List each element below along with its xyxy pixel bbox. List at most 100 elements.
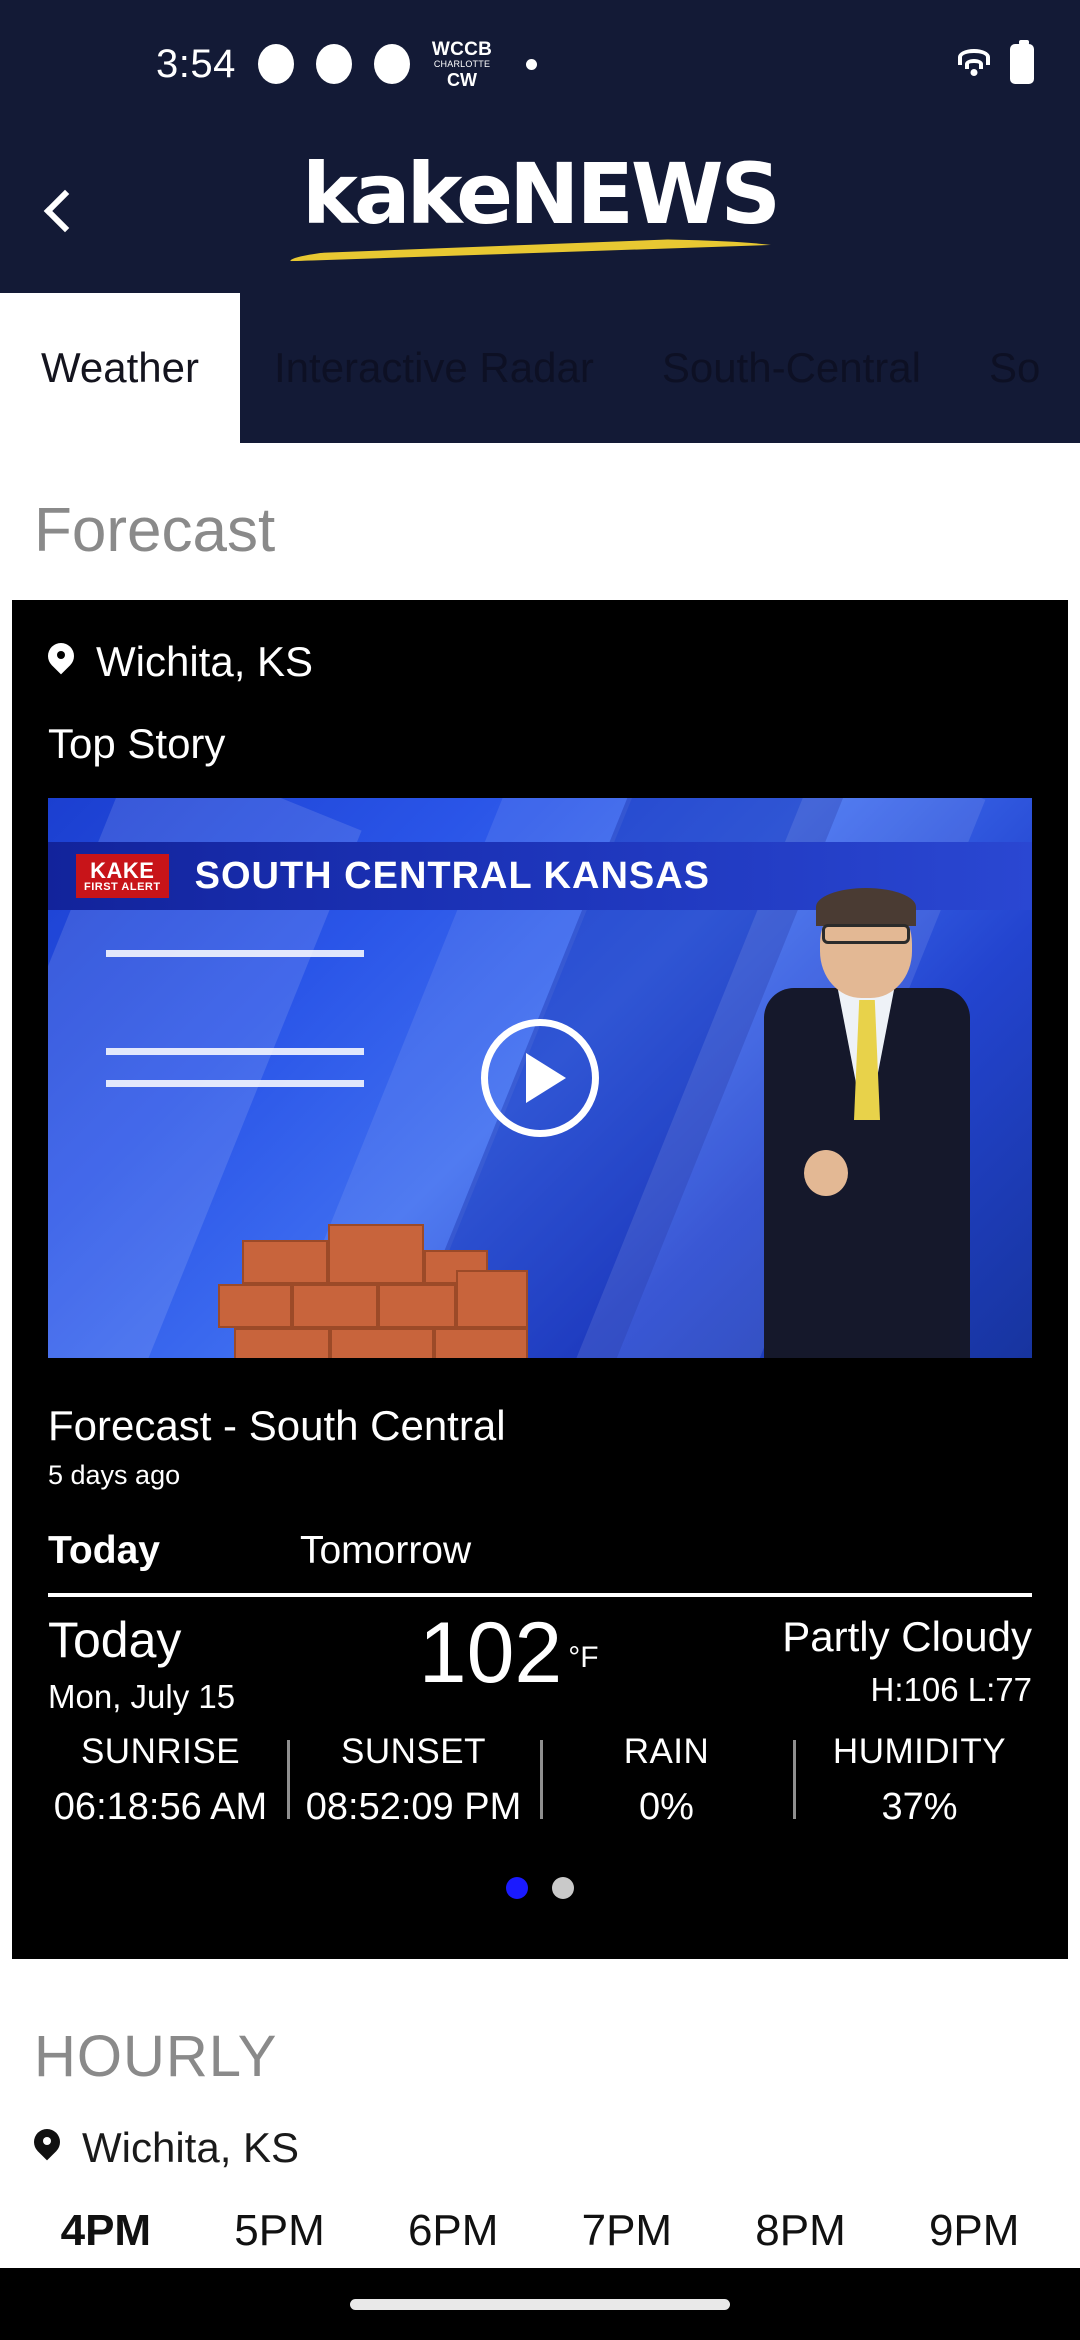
brick — [328, 1224, 424, 1284]
hour-label: 9PM — [928, 2206, 1020, 2255]
status-bar: 3:54 WCCB CHARLOTTE CW — [0, 0, 1080, 128]
top-story-label: Top Story — [48, 720, 226, 767]
day-tab-tomorrow[interactable]: Tomorrow — [300, 1529, 471, 1573]
metric-humidity-value: 37% — [881, 1786, 958, 1828]
location-pin-icon — [34, 2129, 60, 2167]
current-temperature: 102 — [418, 1605, 563, 1701]
battery-charging-icon — [1010, 40, 1034, 84]
tab-south-central-label: South-Central — [661, 344, 921, 391]
hour-label: 7PM — [581, 2206, 673, 2255]
logo-news: NEWS — [509, 145, 781, 243]
forecast-location[interactable]: Wichita, KS — [12, 624, 1068, 686]
hourly-location-label: Wichita, KS — [82, 2124, 300, 2171]
brick — [234, 1328, 330, 1358]
current-condition-label: Partly Cloudy — [782, 1613, 1032, 1660]
wccb-app-badge-icon: WCCB CHARLOTTE CW — [432, 40, 492, 89]
tab-weather[interactable]: Weather — [0, 293, 240, 443]
metric-sunset: SUNSET 08:52:09 PM — [287, 1732, 540, 1829]
system-navigation-bar — [0, 2268, 1080, 2340]
notification-dot-icon — [373, 44, 410, 84]
metric-rain: RAIN 0% — [540, 1732, 793, 1829]
hour-label: 4PM — [60, 2206, 152, 2255]
current-day-block: Today Mon, July 15 — [48, 1613, 235, 1716]
brick — [330, 1328, 434, 1358]
back-button[interactable] — [0, 189, 120, 232]
current-condition-block: Partly Cloudy H:106 L:77 — [782, 1613, 1032, 1709]
station-logo-line1: KAKE — [90, 857, 155, 883]
video-banner-text: SOUTH CENTRAL KANSAS — [194, 854, 711, 897]
wccb-line3: CW — [447, 69, 477, 90]
metric-sunset-label: SUNSET — [341, 1732, 486, 1771]
app-screen: 3:54 WCCB CHARLOTTE CW kakeNEWS Weather — [0, 0, 1080, 2340]
tab-weather-label: Weather — [41, 344, 199, 391]
notification-dot-icon — [257, 44, 294, 84]
forecast-video-thumbnail[interactable]: KAKE FIRST ALERT SOUTH CENTRAL KANSAS — [48, 798, 1032, 1358]
brick — [218, 1284, 292, 1328]
metric-rain-value: 0% — [639, 1786, 694, 1828]
current-high-low: H:106 L:77 — [870, 1671, 1032, 1708]
logo-kake: kake — [302, 145, 513, 243]
status-bar-right — [954, 40, 1034, 84]
section-tab-bar[interactable]: Weather Interactive Radar South-Central … — [0, 293, 1080, 443]
day-tab-bar[interactable]: Today Tomorrow — [12, 1491, 1068, 1573]
video-meteorologist-figure — [742, 888, 992, 1358]
forecast-video-timestamp: 5 days ago — [48, 1460, 181, 1490]
station-logo-line2: FIRST ALERT — [84, 880, 161, 893]
brick — [378, 1284, 456, 1328]
forecast-metrics-row: SUNRISE 06:18:56 AM SUNSET 08:52:09 PM R… — [12, 1716, 1068, 1829]
app-header: kakeNEWS — [0, 128, 1080, 293]
temperature-unit: °F — [568, 1641, 599, 1674]
video-graphic-line — [106, 1080, 364, 1087]
metric-rain-label: RAIN — [623, 1732, 710, 1771]
metric-humidity-label: HUMIDITY — [832, 1732, 1007, 1771]
current-day-label: Today — [48, 1612, 182, 1668]
wifi-icon — [954, 49, 994, 79]
back-chevron-icon — [43, 189, 87, 232]
forecast-video-title: Forecast - South Central — [48, 1402, 506, 1449]
wccb-line1: WCCB — [431, 38, 493, 60]
hour-label: 8PM — [755, 2206, 846, 2255]
brick — [242, 1240, 328, 1284]
forecast-location-label: Wichita, KS — [96, 638, 314, 685]
hourly-location[interactable]: Wichita, KS — [0, 2124, 1080, 2172]
status-bar-left: 3:54 WCCB CHARLOTTE CW — [46, 40, 954, 89]
hourly-section-title: HOURLY — [34, 2024, 278, 2089]
current-date-label: Mon, July 15 — [48, 1678, 236, 1715]
hour-label: 6PM — [407, 2206, 499, 2255]
metric-sunset-value: 08:52:09 PM — [305, 1786, 522, 1828]
video-graphic-line — [106, 1048, 364, 1055]
kake-news-logo[interactable]: kakeNEWS — [290, 152, 790, 256]
video-graphic-line — [106, 950, 364, 957]
overflow-dot-icon — [526, 58, 538, 70]
location-pin-icon — [48, 643, 74, 681]
metric-sunrise: SUNRISE 06:18:56 AM — [34, 1732, 287, 1829]
metric-sunrise-value: 06:18:56 AM — [53, 1786, 268, 1828]
current-conditions-row: Today Mon, July 15 102 °F Partly Cloudy … — [12, 1597, 1068, 1716]
tab-south-central[interactable]: South-Central — [628, 293, 955, 443]
metric-sunrise-label: SUNRISE — [80, 1732, 241, 1771]
tab-interactive-radar-label: Interactive Radar — [274, 344, 594, 391]
status-time: 3:54 — [156, 41, 236, 86]
notification-dot-icon — [315, 44, 352, 84]
home-gesture-pill[interactable] — [350, 2298, 730, 2310]
forecast-section-title: Forecast — [34, 496, 276, 565]
play-button-icon[interactable] — [481, 1019, 599, 1137]
brick — [456, 1270, 528, 1328]
pager-dot-2[interactable] — [552, 1877, 574, 1899]
logo-text-row: kakeNEWS — [302, 152, 781, 236]
hour-label: 5PM — [234, 2206, 325, 2255]
day-tab-today[interactable]: Today — [48, 1529, 160, 1573]
wccb-line2: CHARLOTTE — [433, 58, 491, 69]
brick — [292, 1284, 378, 1328]
pager-dot-1[interactable] — [506, 1877, 528, 1899]
tab-overflow-label: So — [988, 344, 1041, 391]
metric-humidity: HUMIDITY 37% — [793, 1732, 1046, 1829]
brick — [434, 1328, 528, 1358]
carousel-pager[interactable] — [12, 1829, 1068, 1959]
tab-overflow[interactable]: So — [955, 293, 1074, 443]
current-temperature-block: 102 °F — [418, 1605, 599, 1701]
kake-first-alert-logo-icon: KAKE FIRST ALERT — [76, 853, 169, 899]
video-brick-graphic — [218, 1198, 548, 1358]
tab-interactive-radar[interactable]: Interactive Radar — [240, 293, 628, 443]
forecast-card: Wichita, KS Top Story KAKE FIRST ALERT S… — [12, 600, 1068, 1959]
